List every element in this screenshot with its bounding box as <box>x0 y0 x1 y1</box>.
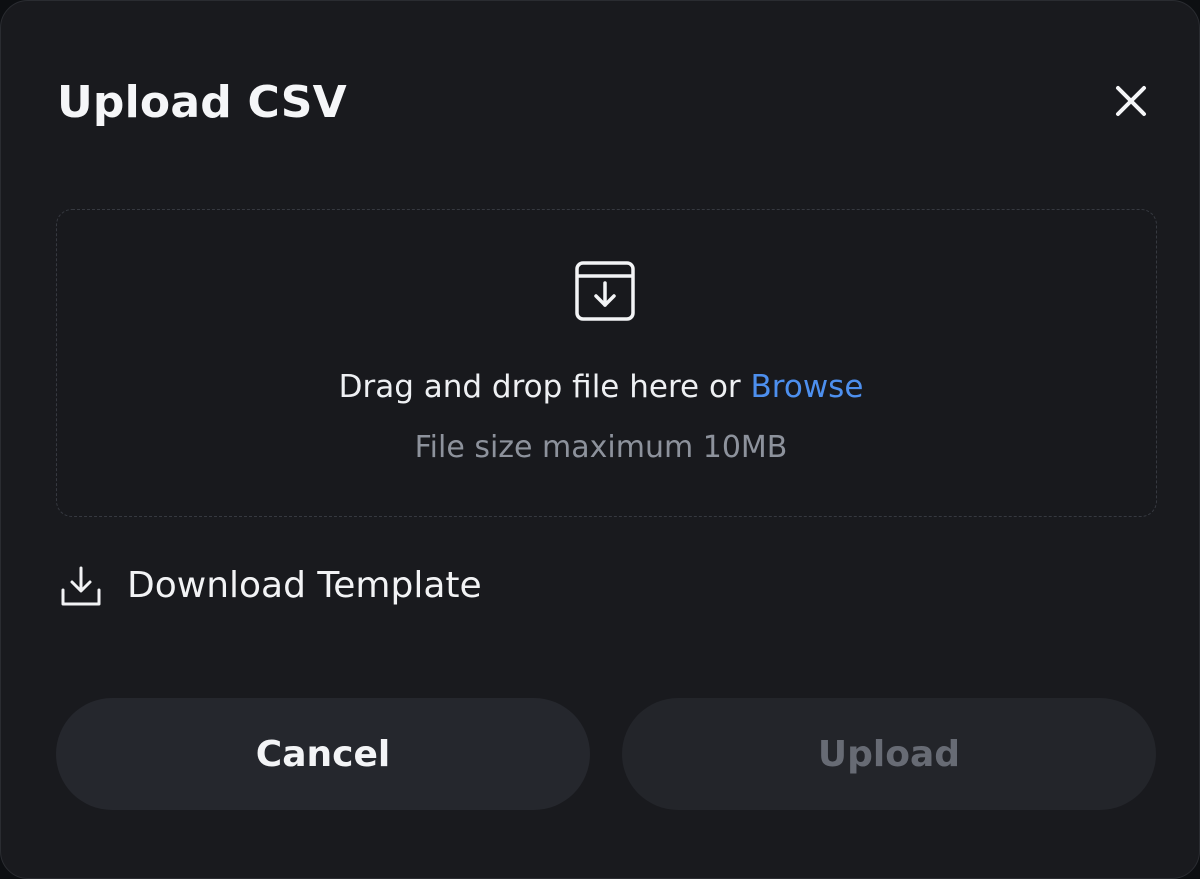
dropzone-instructions: Drag and drop file here or Browse <box>1 365 1200 409</box>
dialog-title: Upload CSV <box>57 77 347 128</box>
cancel-button[interactable]: Cancel <box>56 698 590 810</box>
download-template-link[interactable]: Download Template <box>57 557 482 615</box>
dropzone-text: Drag and drop file here or <box>338 369 751 405</box>
upload-button[interactable]: Upload <box>622 698 1156 810</box>
download-template-label: Download Template <box>127 565 482 606</box>
close-button[interactable] <box>1105 75 1157 127</box>
file-size-hint: File size maximum 10MB <box>414 430 788 465</box>
close-icon <box>1116 86 1146 116</box>
browse-link[interactable]: Browse <box>751 369 864 405</box>
upload-csv-dialog: Upload CSV Drag and drop file here or Br… <box>0 0 1200 879</box>
download-icon <box>61 566 101 606</box>
archive-download-icon <box>575 261 635 321</box>
